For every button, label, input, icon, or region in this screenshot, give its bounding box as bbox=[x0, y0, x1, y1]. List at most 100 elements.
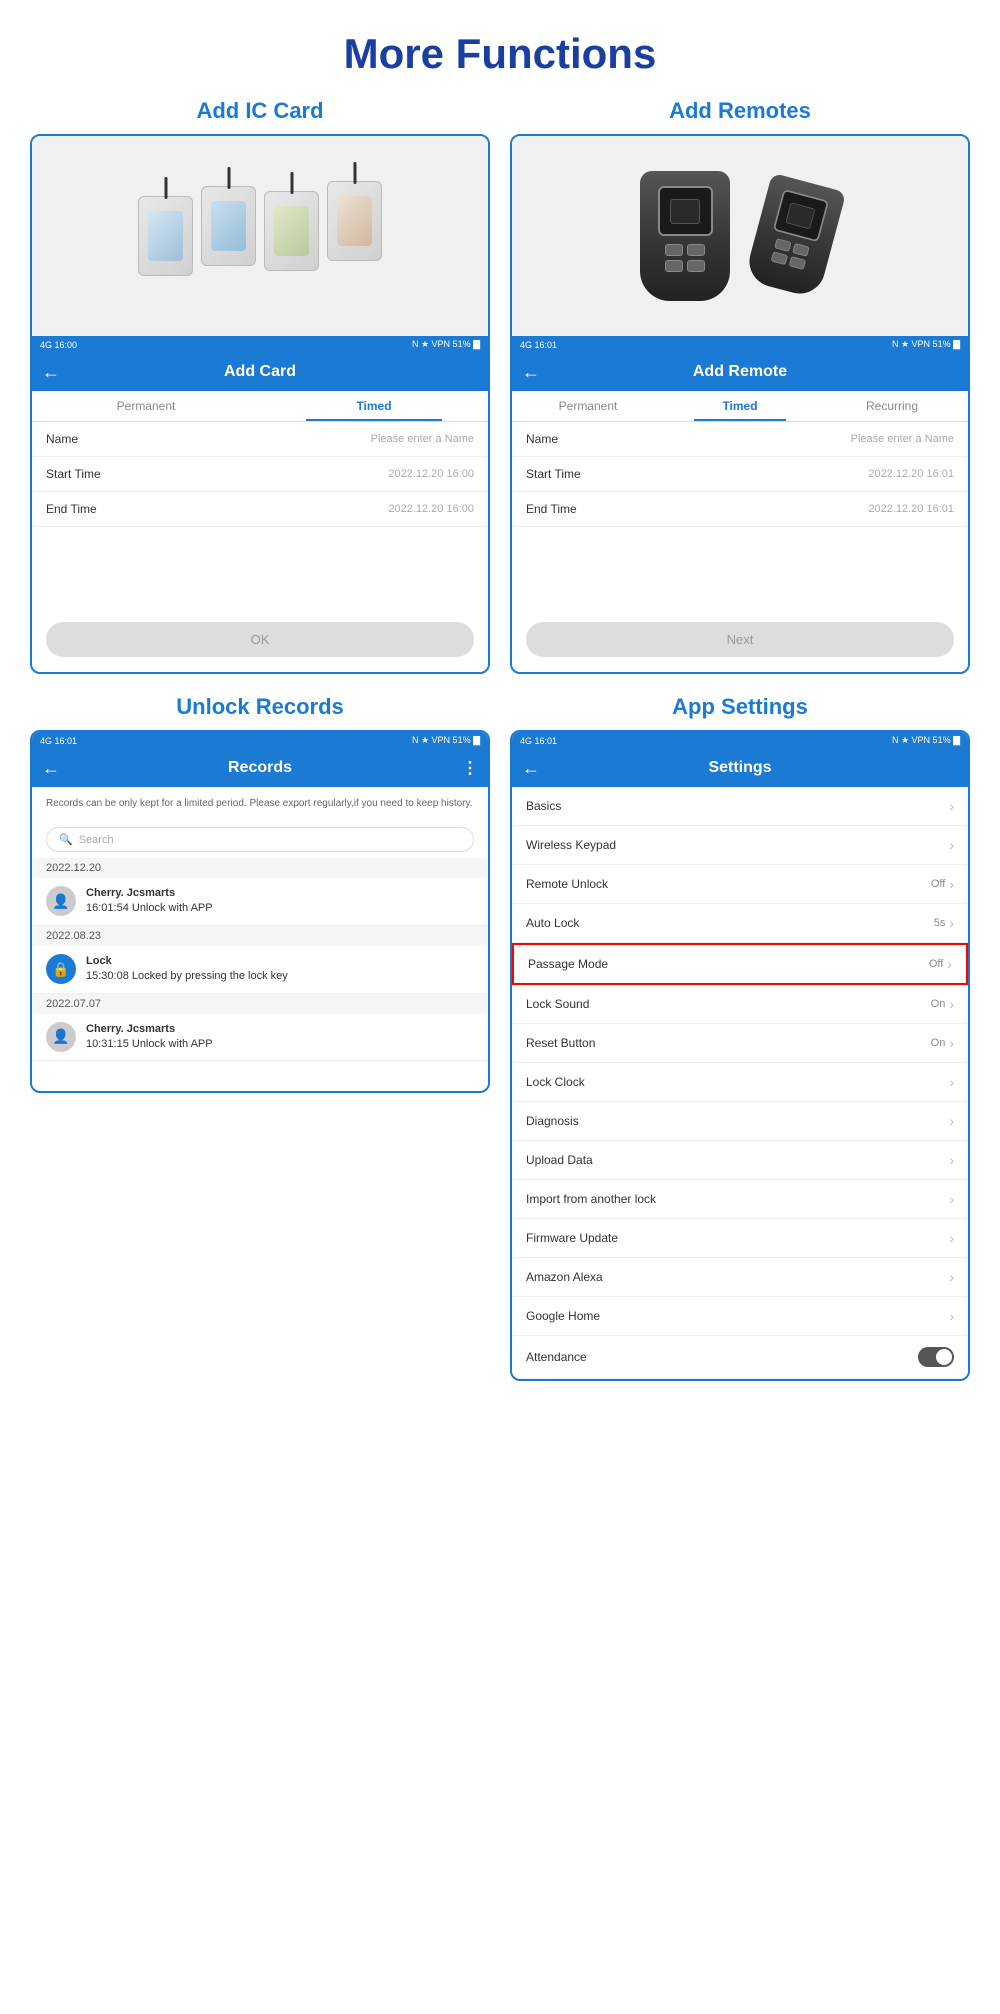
ic-card-header-title: Add Card bbox=[224, 363, 296, 381]
settings-value-2: Off bbox=[931, 878, 945, 890]
records-name-3: Cherry. Jcsmarts bbox=[86, 1022, 213, 1037]
settings-right-11: › bbox=[949, 1230, 954, 1246]
settings-chevron-3: › bbox=[949, 915, 954, 931]
settings-item-8[interactable]: Diagnosis› bbox=[512, 1102, 968, 1141]
remote-name-field: Name Please enter a Name bbox=[512, 422, 968, 457]
settings-label-11: Firmware Update bbox=[526, 1231, 618, 1245]
settings-right-10: › bbox=[949, 1191, 954, 1207]
settings-item-12[interactable]: Amazon Alexa › bbox=[512, 1258, 968, 1297]
settings-item-10[interactable]: Import from another lock› bbox=[512, 1180, 968, 1219]
settings-header-title: Settings bbox=[708, 759, 771, 777]
settings-back-arrow[interactable]: ← bbox=[522, 758, 540, 779]
settings-item-6[interactable]: Reset ButtonOn› bbox=[512, 1024, 968, 1063]
remote-status-right: N ★ VPN 51% ▇ bbox=[892, 339, 960, 350]
remote-back-arrow[interactable]: ← bbox=[522, 362, 540, 383]
records-search[interactable]: 🔍 Search bbox=[46, 827, 474, 852]
settings-value-5: On bbox=[931, 998, 946, 1010]
records-status-right: N ★ VPN 51% ▇ bbox=[412, 735, 480, 746]
remote-header-title: Add Remote bbox=[693, 363, 787, 381]
remote-btn-1b bbox=[687, 244, 705, 256]
ic-card-status-bar: 4G 16:00 N ★ VPN 51% ▇ bbox=[32, 336, 488, 353]
remotes-image bbox=[512, 136, 968, 336]
tab-timed-ic[interactable]: Timed bbox=[260, 391, 488, 421]
app-settings-section: App Settings 4G 16:01 N ★ VPN 51% ▇ ← Se… bbox=[510, 694, 970, 1381]
settings-item-0[interactable]: Basics› bbox=[512, 787, 968, 826]
ic-card-name-field: Name Please enter a Name bbox=[32, 422, 488, 457]
records-status-bar: 4G 16:01 N ★ VPN 51% ▇ bbox=[32, 732, 488, 749]
remote-end-value: 2022.12.20 16:01 bbox=[868, 503, 954, 515]
remote-start-value: 2022.12.20 16:01 bbox=[868, 468, 954, 480]
records-back-arrow[interactable]: ← bbox=[42, 758, 60, 779]
settings-right-12: › bbox=[949, 1269, 954, 1285]
remote-status-bar: 4G 16:01 N ★ VPN 51% ▇ bbox=[512, 336, 968, 353]
ic-card-back-arrow[interactable]: ← bbox=[42, 362, 60, 383]
settings-status-left: 4G 16:01 bbox=[520, 736, 557, 746]
ic-card-header: ← Add Card bbox=[32, 353, 488, 391]
settings-label-5: Lock Sound bbox=[526, 997, 589, 1011]
settings-item-1[interactable]: Wireless Keypad› bbox=[512, 826, 968, 865]
remote-end-field: End Time 2022.12.20 16:01 bbox=[512, 492, 968, 527]
ic-card-end-field: End Time 2022.12.20 16:00 bbox=[32, 492, 488, 527]
settings-item-5[interactable]: Lock Sound On› bbox=[512, 985, 968, 1024]
remote-end-label: End Time bbox=[526, 502, 577, 516]
settings-toggle-14[interactable] bbox=[918, 1347, 954, 1367]
tab-recurring-remote[interactable]: Recurring bbox=[816, 391, 968, 421]
ic-card-ok-button[interactable]: OK bbox=[46, 622, 474, 657]
remote-btn-1c bbox=[665, 260, 683, 272]
settings-item-4[interactable]: Passage ModeOff› bbox=[512, 943, 968, 985]
settings-status-right: N ★ VPN 51% ▇ bbox=[892, 735, 960, 746]
settings-item-7[interactable]: Lock Clock› bbox=[512, 1063, 968, 1102]
settings-item-13[interactable]: Google Home› bbox=[512, 1297, 968, 1336]
remote-header: ← Add Remote bbox=[512, 353, 968, 391]
settings-right-4: Off› bbox=[929, 956, 952, 972]
remote-next-button[interactable]: Next bbox=[526, 622, 954, 657]
add-ic-card-label: Add IC Card bbox=[30, 98, 490, 124]
settings-status-bar: 4G 16:01 N ★ VPN 51% ▇ bbox=[512, 732, 968, 749]
records-text-3: Cherry. Jcsmarts 10:31:15 Unlock with AP… bbox=[86, 1022, 213, 1053]
settings-chevron-8: › bbox=[949, 1113, 954, 1129]
records-date-3: 2022.07.07 bbox=[32, 994, 488, 1014]
records-name-2: Lock bbox=[86, 954, 288, 969]
records-menu-dots[interactable]: ⋮ bbox=[462, 758, 478, 778]
settings-right-6: On› bbox=[931, 1035, 954, 1051]
search-placeholder: Search bbox=[79, 834, 114, 846]
settings-label-1: Wireless Keypad bbox=[526, 838, 616, 852]
remote-btn-2a bbox=[774, 238, 791, 252]
settings-chevron-0: › bbox=[949, 798, 954, 814]
settings-chevron-7: › bbox=[949, 1074, 954, 1090]
ic-card-name-value[interactable]: Please enter a Name bbox=[371, 433, 474, 445]
settings-item-11[interactable]: Firmware Update › bbox=[512, 1219, 968, 1258]
records-notice: Records can be only kept for a limited p… bbox=[32, 787, 488, 821]
add-ic-card-section: Add IC Card bbox=[30, 98, 490, 674]
tab-permanent-remote[interactable]: Permanent bbox=[512, 391, 664, 421]
settings-header: ← Settings bbox=[512, 749, 968, 787]
ic-card-status-left: 4G 16:00 bbox=[40, 340, 77, 350]
remote-btn-2d bbox=[789, 256, 806, 270]
settings-label-12: Amazon Alexa bbox=[526, 1270, 603, 1284]
settings-item-14[interactable]: Attendance bbox=[512, 1336, 968, 1379]
tab-timed-remote[interactable]: Timed bbox=[664, 391, 816, 421]
settings-right-5: On› bbox=[931, 996, 954, 1012]
records-date-1: 2022.12.20 bbox=[32, 858, 488, 878]
settings-item-2[interactable]: Remote UnlockOff› bbox=[512, 865, 968, 904]
add-remotes-section: Add Remotes bbox=[510, 98, 970, 674]
remote-name-label: Name bbox=[526, 432, 558, 446]
settings-value-4: Off bbox=[929, 958, 943, 970]
settings-label-9: Upload Data bbox=[526, 1153, 593, 1167]
settings-chevron-6: › bbox=[949, 1035, 954, 1051]
remote-btn-2b bbox=[792, 243, 809, 257]
remote-key-2 bbox=[744, 173, 846, 300]
remotes-visual bbox=[620, 151, 860, 321]
records-time-3: 10:31:15 Unlock with APP bbox=[86, 1037, 213, 1052]
remote-buttons-1 bbox=[665, 244, 705, 272]
settings-label-13: Google Home bbox=[526, 1309, 600, 1323]
settings-item-3[interactable]: Auto Lock5s› bbox=[512, 904, 968, 943]
tab-permanent-ic[interactable]: Permanent bbox=[32, 391, 260, 421]
remote-screen-inner-1 bbox=[670, 199, 700, 224]
remote-btn-1a bbox=[665, 244, 683, 256]
remote-name-value[interactable]: Please enter a Name bbox=[851, 433, 954, 445]
records-mockup: 4G 16:01 N ★ VPN 51% ▇ ← Records ⋮ Recor… bbox=[30, 730, 490, 1093]
settings-item-9[interactable]: Upload Data › bbox=[512, 1141, 968, 1180]
settings-right-9: › bbox=[949, 1152, 954, 1168]
records-entry-2: 🔒 Lock 15:30:08 Locked by pressing the l… bbox=[32, 946, 488, 994]
